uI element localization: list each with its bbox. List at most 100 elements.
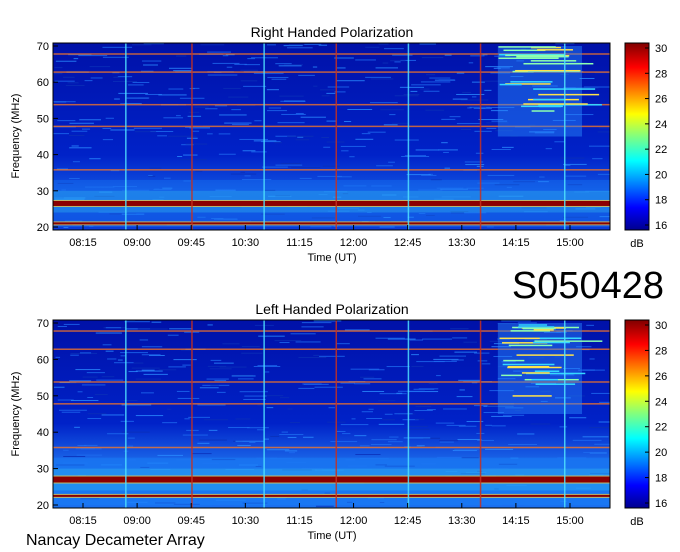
colorbar-tick-label: 28	[655, 68, 667, 80]
noise-speck	[274, 142, 282, 144]
noise-speck	[545, 148, 552, 150]
burst-streak	[521, 372, 550, 374]
noise-speck	[382, 419, 396, 421]
noise-speck	[290, 333, 316, 335]
noise-speck	[157, 454, 184, 456]
vertical-marker	[563, 320, 566, 508]
noise-speck	[53, 73, 63, 75]
noise-speck	[213, 362, 234, 364]
noise-speck	[79, 352, 92, 354]
noise-speck	[361, 133, 371, 135]
noise-speck	[182, 364, 191, 366]
right-polarization-panel: Right Handed Polarization 20 30 40 50 60 70 0…	[10, 24, 667, 264]
noise-speck	[101, 376, 115, 378]
burst-streak	[507, 365, 550, 368]
noise-speck	[435, 422, 455, 424]
noise-speck	[420, 88, 430, 90]
noise-speck	[101, 414, 125, 416]
noise-speck	[266, 110, 287, 112]
vertical-marker	[407, 320, 410, 508]
noise-speck	[336, 430, 346, 432]
colorbar-tick-label: 24	[655, 119, 667, 131]
noise-speck	[355, 453, 381, 455]
vertical-marker	[563, 43, 566, 230]
noise-speck	[439, 440, 459, 442]
noise-speck	[279, 397, 290, 399]
persistent-band	[53, 200, 610, 206]
noise-speck	[264, 371, 270, 373]
persistent-band	[53, 476, 610, 483]
noise-speck	[176, 55, 187, 57]
noise-speck	[502, 414, 525, 416]
noise-speck	[597, 131, 610, 133]
noise-speck	[197, 442, 210, 444]
noise-speck	[336, 67, 346, 69]
noise-speck	[365, 76, 391, 78]
noise-speck	[361, 411, 373, 413]
noise-speck	[554, 141, 565, 143]
noise-speck	[423, 90, 440, 92]
noise-speck	[266, 44, 276, 46]
colorbar-tick-label: 26	[655, 371, 667, 383]
noise-speck	[74, 426, 80, 428]
noise-speck	[95, 332, 122, 334]
noise-speck	[344, 120, 352, 122]
noise-speck	[446, 424, 466, 426]
noise-speck	[71, 145, 79, 147]
noise-speck	[592, 158, 603, 160]
noise-speck	[475, 152, 484, 154]
noise-speck	[279, 342, 290, 344]
noise-speck	[280, 162, 301, 164]
noise-speck	[477, 360, 488, 362]
noise-speck	[399, 86, 425, 88]
noise-speck	[508, 444, 538, 446]
noise-speck	[167, 334, 179, 336]
noise-speck	[594, 443, 610, 445]
noise-speck	[78, 55, 108, 57]
noise-speck	[287, 47, 313, 49]
colorbar-tick-label: 30	[655, 320, 667, 332]
noise-speck	[438, 79, 455, 81]
noise-speck	[326, 141, 345, 143]
noise-speck	[87, 413, 107, 415]
noise-speck	[81, 128, 91, 130]
noise-speck	[416, 445, 425, 447]
noise-speck	[439, 441, 454, 443]
noise-speck	[188, 111, 200, 113]
noise-speck	[82, 376, 98, 378]
noise-speck	[200, 44, 225, 46]
noise-speck	[420, 81, 451, 83]
noise-speck	[275, 63, 292, 65]
noise-speck	[90, 77, 103, 79]
noise-speck	[224, 122, 252, 124]
noise-speck	[228, 427, 250, 429]
noise-speck	[89, 66, 111, 68]
noise-speck	[444, 167, 451, 169]
noise-speck	[392, 54, 413, 56]
noise-speck	[158, 94, 187, 96]
noise-speck	[168, 67, 192, 69]
colorbar-unit: dB	[630, 238, 643, 250]
noise-speck	[334, 57, 354, 59]
noise-speck	[384, 413, 393, 415]
noise-speck	[491, 148, 511, 150]
noise-speck	[158, 369, 177, 371]
noise-speck	[143, 373, 168, 375]
burst-streak	[510, 81, 553, 83]
noise-speck	[192, 130, 200, 132]
noise-speck	[222, 343, 240, 345]
noise-speck	[411, 354, 419, 356]
burst-streak	[533, 329, 554, 331]
noise-speck	[340, 424, 369, 426]
noise-speck	[57, 120, 76, 122]
burst-streak	[505, 54, 566, 57]
noise-speck	[185, 143, 208, 145]
y-axis-label: Frequency (MHz)	[10, 372, 22, 457]
noise-speck	[565, 175, 587, 177]
noise-speck	[578, 369, 605, 371]
noise-speck	[428, 382, 438, 384]
noise-speck	[362, 390, 385, 392]
noise-speck	[228, 96, 249, 98]
noise-speck	[415, 405, 432, 407]
noise-speck	[279, 95, 304, 97]
